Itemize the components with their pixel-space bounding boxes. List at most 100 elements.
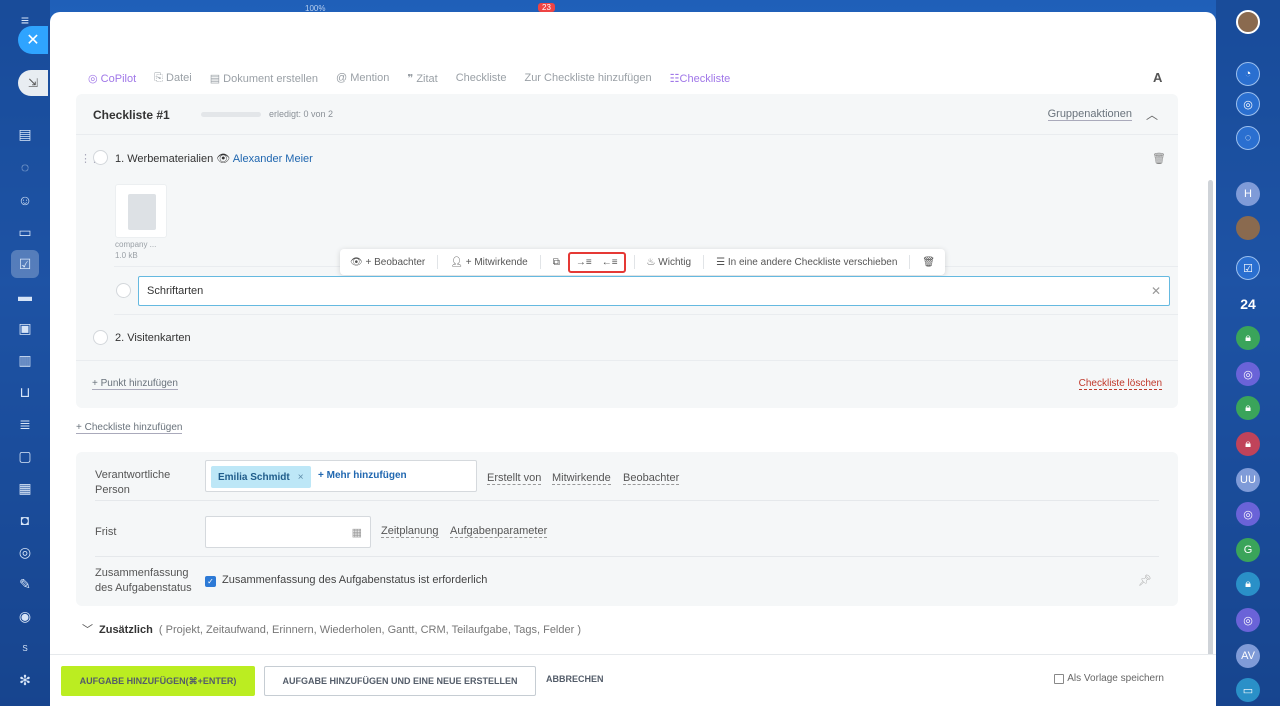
bell-icon[interactable]: ◔	[1236, 62, 1260, 86]
task-params-link[interactable]: Aufgabenparameter	[450, 525, 548, 538]
summary-checkbox[interactable]: ✓	[205, 576, 216, 587]
indent-icon[interactable]: →≡	[576, 257, 592, 268]
summary-checkbox-label[interactable]: Zusammenfassung des Aufgabenstatus ist e…	[222, 574, 487, 586]
create-doc-button[interactable]: ▤ Dokument erstellen	[210, 72, 318, 85]
item-checkbox[interactable]	[93, 150, 108, 165]
save-as-template[interactable]: Als Vorlage speichern	[1054, 673, 1164, 684]
quote-button[interactable]: ❞ Zitat	[407, 72, 437, 85]
add-point-link[interactable]: + Punkt hinzufügen	[92, 378, 178, 390]
scrollbar[interactable]	[1208, 180, 1213, 695]
contact-avatar[interactable]	[1236, 216, 1260, 240]
cancel-button[interactable]: ABBRECHEN	[546, 674, 604, 684]
analytics-icon[interactable]: ▥	[15, 350, 35, 370]
edit-icon[interactable]: ✎	[15, 574, 35, 594]
crm-icon[interactable]: ▬	[15, 286, 35, 306]
chat-icon[interactable]: ◌	[1236, 126, 1260, 150]
goals-icon[interactable]: ◎	[15, 542, 35, 562]
important-label: Wichtig	[658, 256, 692, 268]
outdent-icon[interactable]: ←≡	[602, 257, 618, 268]
add-more-link[interactable]: + Mehr hinzufügen	[318, 470, 407, 481]
contact-av[interactable]: AV	[1236, 644, 1260, 668]
user-avatar[interactable]	[1236, 10, 1260, 34]
pin-icon[interactable]: 📌︎	[1138, 574, 1152, 587]
file-button[interactable]: ⎘ Datei	[154, 72, 192, 85]
tasks-icon[interactable]: ☑	[11, 250, 39, 278]
created-by-link[interactable]: Erstellt von	[487, 472, 542, 485]
group-actions-link[interactable]: Gruppenaktionen	[1047, 108, 1132, 121]
divider	[114, 314, 1178, 315]
calendar-24[interactable]: 24	[1236, 292, 1260, 316]
observers-link[interactable]: Beobachter	[623, 472, 680, 485]
feed-icon[interactable]: ▤	[15, 124, 35, 144]
planning-link[interactable]: Zeitplanung	[381, 525, 439, 538]
checklist-active-button[interactable]: ☷Checkliste	[670, 72, 731, 85]
add-observer-button[interactable]: 👁︎ + Beobachter	[350, 257, 425, 268]
lock-icon[interactable]: 🔒︎	[1236, 396, 1260, 420]
template-checkbox[interactable]	[1054, 673, 1065, 684]
to-task-icon[interactable]: ⧉	[553, 257, 560, 268]
participants-link[interactable]: Mitwirkende	[552, 472, 611, 485]
contact-g[interactable]: G	[1236, 538, 1260, 562]
add-to-checklist-button[interactable]: Zur Checkliste hinzufügen	[524, 72, 651, 84]
item-checkbox[interactable]	[93, 330, 108, 345]
add-participant-button[interactable]: 👤︎ + Mitwirkende	[450, 257, 527, 268]
add-checklist-link[interactable]: + Checkliste hinzufügen	[76, 422, 183, 434]
subitem-checkbox[interactable]	[116, 283, 131, 298]
item-text[interactable]: 1. Werbematerialien 👁︎ Alexander Meier	[115, 152, 313, 165]
checklist-item: ⋮⋮ 1. Werbematerialien 👁︎ Alexander Meie…	[76, 148, 1178, 168]
trash-icon[interactable]: 🗑︎	[922, 257, 935, 268]
contact-h[interactable]: H	[1236, 182, 1260, 206]
move-to-checklist-button[interactable]: ☰ In eine andere Checkliste verschieben	[716, 257, 897, 268]
shop-icon[interactable]: ⊔	[15, 382, 35, 402]
docs-icon[interactable]: ▭	[15, 222, 35, 242]
copilot-button[interactable]: ◎ CoPilot	[88, 72, 136, 85]
item-title[interactable]: 2. Visitenkarten	[115, 332, 191, 344]
tasks-icon[interactable]: ☑	[1236, 256, 1260, 280]
delete-checklist-link[interactable]: Checkliste löschen	[1078, 378, 1162, 390]
copilot-icon[interactable]: ◎	[1236, 502, 1260, 526]
calendar-icon[interactable]: ▦	[15, 478, 35, 498]
deadline-input[interactable]: ▦	[205, 516, 371, 548]
checklist-title[interactable]: Checkliste #1	[93, 108, 170, 122]
add-task-button[interactable]: AUFGABE HINZUFÜGEN(⌘+ENTER)	[61, 666, 255, 696]
copilot-icon[interactable]: ◎	[1236, 608, 1260, 632]
bot-icon[interactable]: ◘	[15, 510, 35, 530]
filter-icon[interactable]: ≣	[15, 414, 35, 434]
lock-icon[interactable]: 🔒︎	[1236, 572, 1260, 596]
trash-icon[interactable]: 🗑︎	[1152, 152, 1166, 165]
mention-button[interactable]: @ Mention	[336, 72, 389, 84]
close-slider-button[interactable]: ✕	[18, 26, 48, 54]
copilot-icon[interactable]: ◉	[15, 606, 35, 626]
responsible-chip[interactable]: Emilia Schmidt ×	[211, 466, 311, 488]
checklist-button[interactable]: Checkliste	[456, 72, 507, 84]
sites-icon[interactable]: ▣	[15, 318, 35, 338]
remove-icon[interactable]: ×	[298, 472, 304, 483]
chevron-up-icon[interactable]: ︿	[1146, 106, 1158, 123]
responsible-field[interactable]: Emilia Schmidt × + Mehr hinzufügen	[205, 460, 477, 492]
font-format-button[interactable]: A	[1153, 70, 1162, 85]
collapse-slider-button[interactable]: ⇲	[18, 70, 48, 96]
clear-icon[interactable]: ✕	[1151, 284, 1161, 298]
add-task-and-new-button[interactable]: AUFGABE HINZUFÜGEN UND EINE NEUE ERSTELL…	[264, 666, 536, 696]
file-attachment[interactable]	[115, 184, 167, 238]
important-button[interactable]: ♨ Wichtig	[647, 257, 692, 268]
group-icon[interactable]: ☺	[15, 190, 35, 210]
lock-icon[interactable]: 🔒︎	[1236, 432, 1260, 456]
chat-icon[interactable]: ◌	[15, 157, 35, 177]
contact-uu[interactable]: UU	[1236, 468, 1260, 492]
chat-icon[interactable]: ▭	[1236, 678, 1260, 702]
subitem-input-value: Schriftarten	[147, 285, 204, 297]
create-doc-label: Dokument erstellen	[223, 72, 318, 85]
copilot-icon[interactable]: ◎	[1236, 92, 1260, 116]
item-person-link[interactable]: Alexander Meier	[233, 153, 313, 165]
footer-bar: AUFGABE HINZUFÜGEN(⌘+ENTER) AUFGABE HINZ…	[50, 654, 1216, 706]
subitem-edit-input[interactable]: Schriftarten ✕	[138, 276, 1170, 306]
inbox-icon[interactable]: ▢	[15, 446, 35, 466]
user-initial[interactable]: S	[15, 638, 35, 658]
lock-icon[interactable]: 🔒︎	[1236, 326, 1260, 350]
copilot-icon[interactable]: ◎	[1236, 362, 1260, 386]
additional-section[interactable]: ﹀ Zusätzlich ( Projekt, Zeitaufwand, Erin…	[82, 621, 581, 637]
collapse-icon: ⇲	[27, 76, 39, 90]
calendar-icon[interactable]: ▦	[352, 526, 362, 539]
settings-icon[interactable]: ✻	[15, 670, 35, 690]
